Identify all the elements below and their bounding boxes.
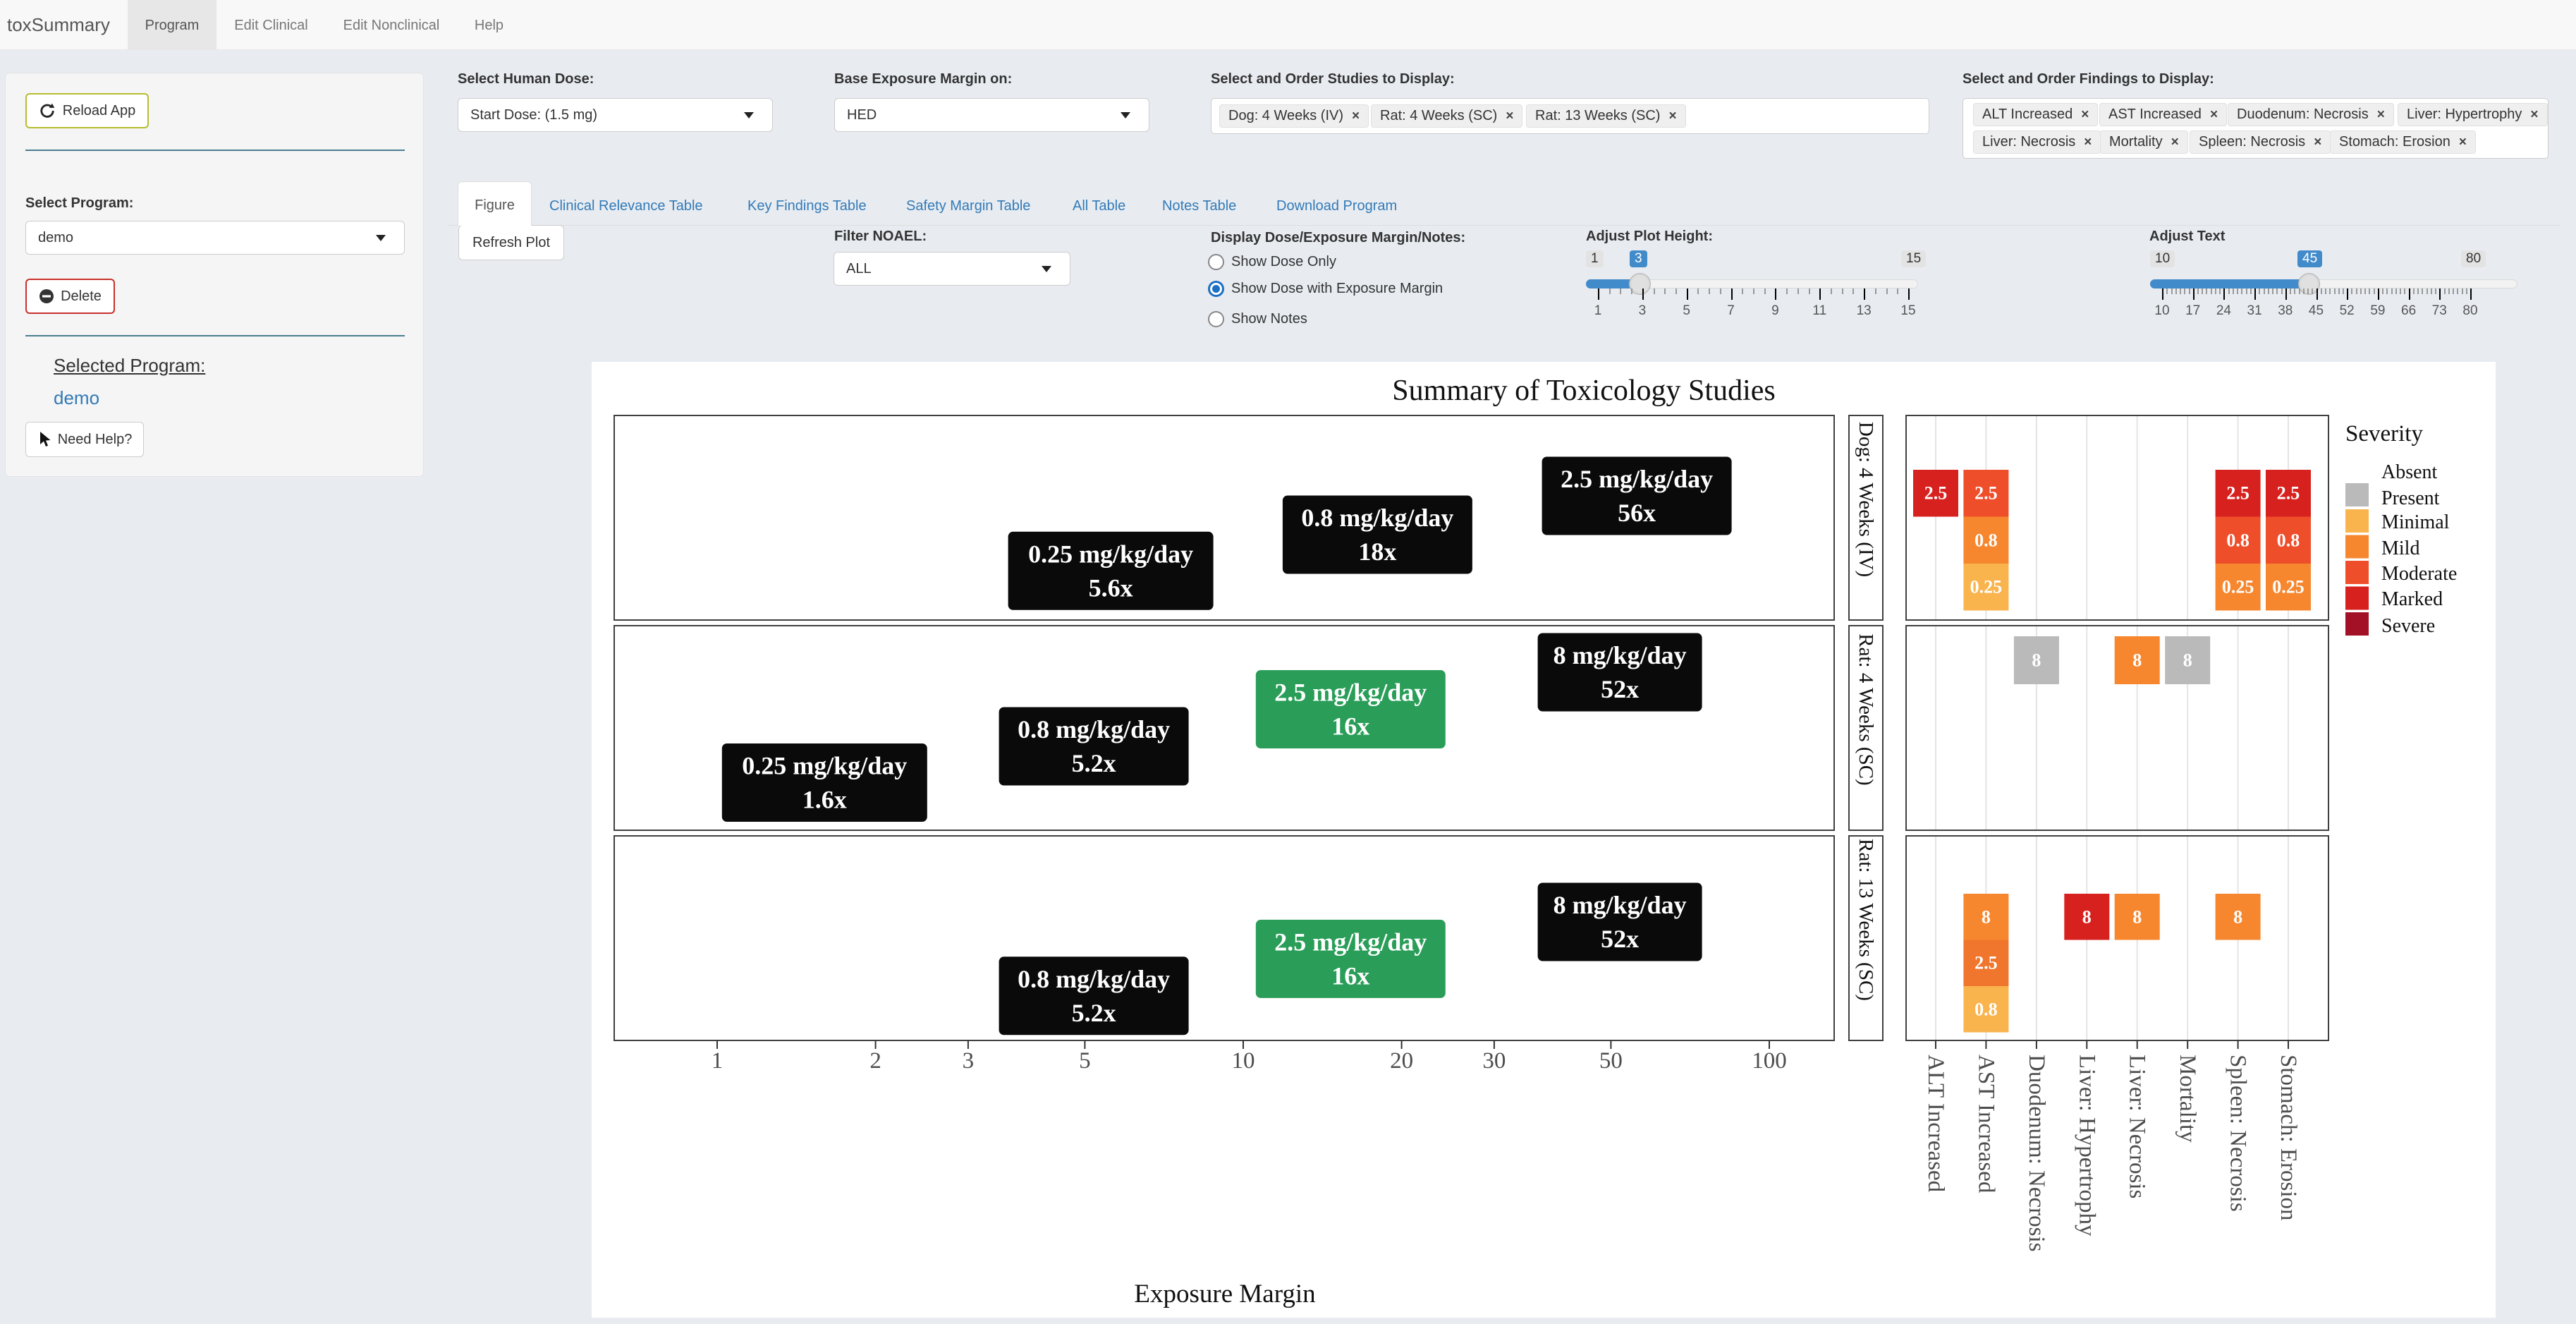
svg-text:Rat: 4 Weeks (SC): Rat: 4 Weeks (SC) bbox=[1855, 633, 1877, 785]
svg-text:8: 8 bbox=[2132, 906, 2142, 927]
svg-text:0.8 mg/kg/day: 0.8 mg/kg/day bbox=[1018, 965, 1170, 993]
svg-text:Stomach: Erosion: Stomach: Erosion bbox=[2276, 1055, 2301, 1221]
svg-text:0.8 mg/kg/day: 0.8 mg/kg/day bbox=[1301, 504, 1453, 532]
svg-text:Mortality: Mortality bbox=[2175, 1055, 2200, 1143]
svg-text:Liver: Necrosis: Liver: Necrosis bbox=[2125, 1055, 2150, 1198]
svg-text:Marked: Marked bbox=[2381, 588, 2443, 610]
svg-text:8: 8 bbox=[2032, 650, 2041, 671]
svg-text:3: 3 bbox=[963, 1048, 975, 1074]
svg-text:Spleen: Necrosis: Spleen: Necrosis bbox=[2226, 1055, 2251, 1212]
svg-text:Severe: Severe bbox=[2381, 615, 2435, 637]
svg-text:5.6x: 5.6x bbox=[1089, 573, 1133, 602]
svg-text:0.25: 0.25 bbox=[1970, 577, 2003, 597]
svg-text:8: 8 bbox=[1982, 906, 1991, 927]
svg-text:Exposure Margin: Exposure Margin bbox=[1134, 1280, 1315, 1308]
svg-text:0.8: 0.8 bbox=[2226, 530, 2250, 550]
svg-text:Summary of Toxicology Studies: Summary of Toxicology Studies bbox=[1392, 375, 1775, 407]
svg-text:0.8: 0.8 bbox=[1974, 530, 1998, 550]
svg-text:0.25 mg/kg/day: 0.25 mg/kg/day bbox=[1028, 540, 1193, 568]
svg-text:8: 8 bbox=[2132, 650, 2142, 671]
svg-text:8 mg/kg/day: 8 mg/kg/day bbox=[1553, 891, 1687, 919]
svg-text:2.5: 2.5 bbox=[1924, 483, 1948, 504]
svg-text:2.5 mg/kg/day: 2.5 mg/kg/day bbox=[1274, 679, 1427, 707]
svg-text:Absent: Absent bbox=[2381, 461, 2438, 483]
svg-text:8: 8 bbox=[2082, 906, 2092, 927]
svg-text:5.2x: 5.2x bbox=[1072, 999, 1116, 1027]
svg-text:Moderate: Moderate bbox=[2381, 563, 2457, 585]
svg-text:16x: 16x bbox=[1331, 712, 1369, 741]
svg-text:Minimal: Minimal bbox=[2381, 511, 2450, 533]
svg-text:Present: Present bbox=[2381, 487, 2440, 509]
svg-text:5: 5 bbox=[1079, 1048, 1091, 1074]
svg-text:0.8: 0.8 bbox=[1974, 999, 1998, 1019]
svg-text:2.5: 2.5 bbox=[1974, 953, 1998, 973]
svg-text:16x: 16x bbox=[1331, 961, 1369, 990]
svg-text:52x: 52x bbox=[1601, 675, 1639, 703]
svg-text:20: 20 bbox=[1390, 1048, 1413, 1074]
svg-text:Dog: 4 Weeks (IV): Dog: 4 Weeks (IV) bbox=[1855, 422, 1877, 577]
svg-text:8: 8 bbox=[2183, 650, 2192, 671]
svg-text:0.25: 0.25 bbox=[2272, 577, 2305, 597]
svg-text:30: 30 bbox=[1482, 1048, 1506, 1074]
svg-text:1.6x: 1.6x bbox=[802, 786, 847, 814]
svg-text:100: 100 bbox=[1752, 1048, 1787, 1074]
svg-text:18x: 18x bbox=[1358, 538, 1396, 566]
svg-text:52x: 52x bbox=[1601, 925, 1639, 953]
svg-text:Duodenum: Necrosis: Duodenum: Necrosis bbox=[2024, 1055, 2049, 1252]
svg-text:0.25: 0.25 bbox=[2222, 577, 2254, 597]
svg-text:Severity: Severity bbox=[2345, 421, 2423, 447]
svg-text:56x: 56x bbox=[1618, 499, 1656, 527]
svg-text:2.5: 2.5 bbox=[1974, 483, 1998, 504]
svg-text:Mild: Mild bbox=[2381, 538, 2419, 559]
svg-text:8: 8 bbox=[2233, 906, 2242, 927]
svg-text:Rat: 13 Weeks (SC): Rat: 13 Weeks (SC) bbox=[1855, 839, 1877, 1001]
svg-text:5.2x: 5.2x bbox=[1072, 749, 1116, 777]
svg-text:0.8 mg/kg/day: 0.8 mg/kg/day bbox=[1018, 715, 1170, 743]
svg-text:0.8: 0.8 bbox=[2277, 530, 2300, 550]
svg-text:Liver: Hypertrophy: Liver: Hypertrophy bbox=[2074, 1055, 2099, 1237]
svg-text:2.5: 2.5 bbox=[2277, 483, 2300, 504]
svg-text:1: 1 bbox=[712, 1048, 724, 1074]
svg-text:10: 10 bbox=[1232, 1048, 1255, 1074]
svg-text:2.5 mg/kg/day: 2.5 mg/kg/day bbox=[1274, 928, 1427, 956]
svg-text:ALT Increased: ALT Increased bbox=[1923, 1055, 1948, 1193]
svg-text:0.25 mg/kg/day: 0.25 mg/kg/day bbox=[742, 752, 907, 780]
svg-text:2.5: 2.5 bbox=[2226, 483, 2250, 504]
svg-text:8 mg/kg/day: 8 mg/kg/day bbox=[1553, 641, 1687, 669]
svg-text:2.5 mg/kg/day: 2.5 mg/kg/day bbox=[1561, 465, 1713, 493]
svg-text:AST Increased: AST Increased bbox=[1973, 1055, 1998, 1194]
svg-text:2: 2 bbox=[869, 1048, 881, 1074]
svg-text:50: 50 bbox=[1599, 1048, 1623, 1074]
